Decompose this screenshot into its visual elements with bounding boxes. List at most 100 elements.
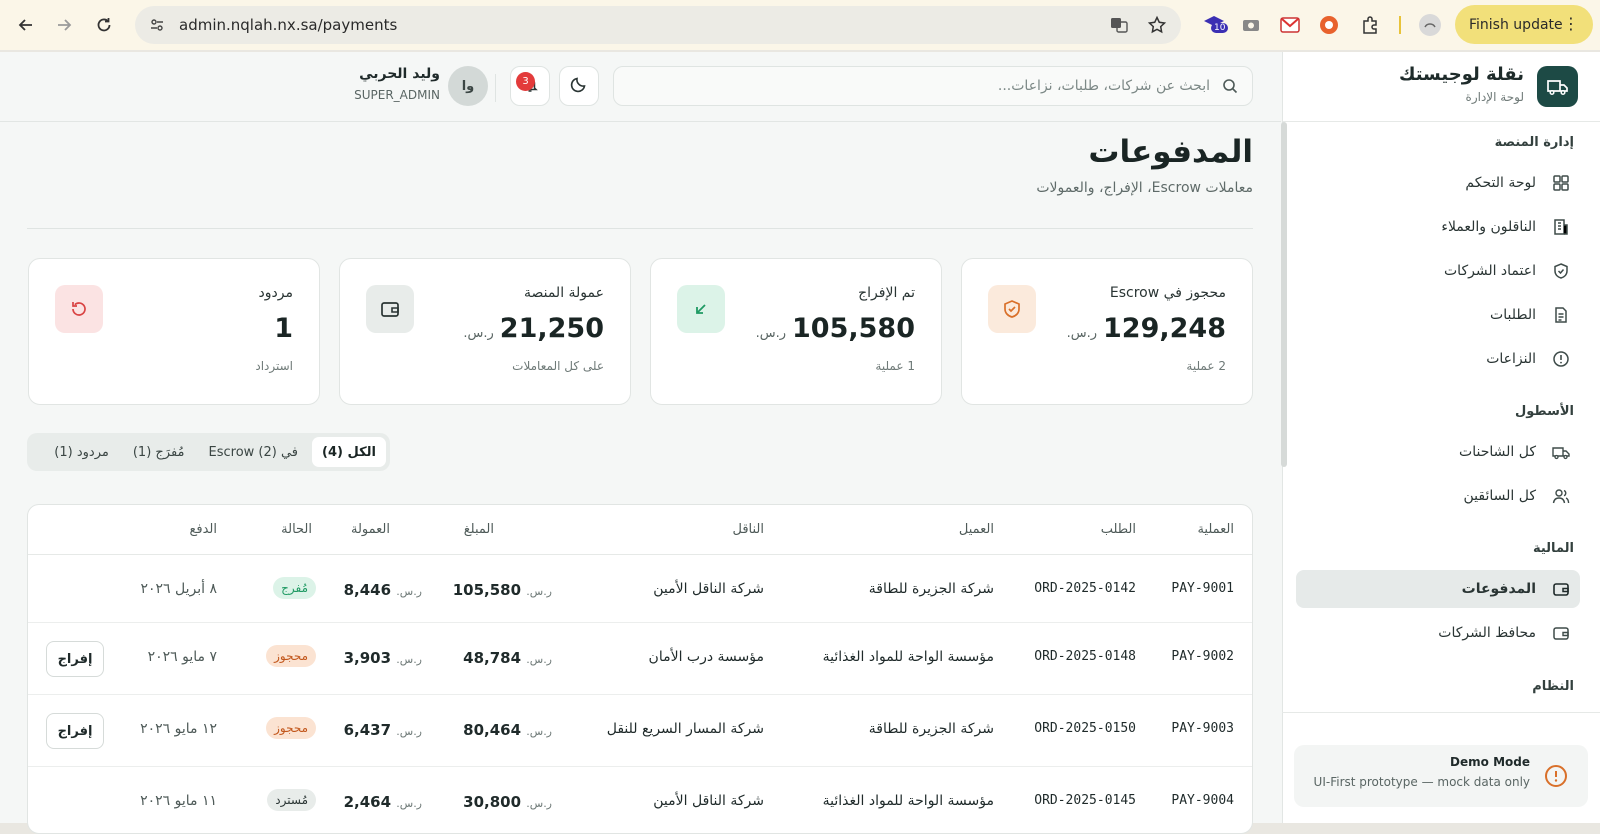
site-info-icon[interactable] (145, 13, 169, 37)
arrow-down-left-icon (677, 285, 725, 333)
moon-icon (570, 75, 588, 97)
extensions-puzzle-icon[interactable] (1357, 12, 1383, 38)
stat-value: 1 (274, 313, 293, 344)
column-header-status: الحالة (281, 522, 312, 537)
client-name: مؤسسة الواحة للمواد الغذائية (822, 793, 994, 809)
more-menu-icon[interactable]: ⋮ (1563, 14, 1579, 33)
building-icon (1550, 216, 1572, 238)
amount-value: 105,580 (452, 581, 522, 599)
main-scrollbar[interactable] (1281, 122, 1287, 467)
order-id: ORD-2025-0148 (1034, 649, 1136, 664)
back-icon[interactable] (11, 10, 41, 40)
currency-label: ر.س. (396, 725, 422, 738)
client-name: شركة الجزيرة للطاقة (868, 721, 994, 737)
currency-label: ر.س. (526, 653, 552, 666)
status-badge: مُسترد (267, 789, 316, 811)
warning-circle-icon (1544, 764, 1568, 788)
stat-card-refunded: مردود 1 استرداد (28, 258, 320, 405)
refresh-icon (55, 285, 103, 333)
sidebar-item-label: محافظ الشركات (1438, 625, 1536, 641)
carrier-name: مؤسسة درب الأمان (648, 649, 764, 665)
avatar[interactable]: وا (448, 66, 488, 106)
finish-update-label: Finish update (1469, 16, 1563, 33)
brand-name: نقلة لوجيستك (1398, 64, 1524, 85)
finish-update-button[interactable]: Finish update ⋮ (1455, 5, 1593, 44)
fee: ر.س. 6,437 (344, 721, 426, 739)
notifications-button[interactable]: 3 (510, 66, 550, 106)
fee: ر.س. 2,464 (344, 793, 426, 811)
sidebar-item-label: النزاعات (1486, 351, 1536, 367)
header-divider (495, 74, 496, 102)
status-badge: محجوز (266, 645, 316, 667)
profile-avatar-icon[interactable] (1417, 12, 1443, 38)
reload-icon[interactable] (89, 10, 119, 40)
forward-icon[interactable] (49, 10, 79, 40)
column-header-amount: المبلغ (463, 522, 494, 537)
stat-label: مردود (258, 285, 293, 301)
tab-refunded[interactable]: مردود (1) (44, 437, 119, 467)
address-bar[interactable]: admin.nqlah.nx.sa/payments (135, 6, 1181, 44)
sidebar-divider (1282, 712, 1600, 713)
table-row[interactable]: PAY-9001 ORD-2025-0142 شركة الجزيرة للطا… (28, 555, 1252, 623)
currency-label: ر.س. (526, 797, 552, 810)
bookmark-star-icon[interactable] (1147, 15, 1167, 39)
sidebar-item-all-drivers[interactable]: كل السائقين (1296, 477, 1580, 515)
shield-check-icon (1550, 260, 1572, 282)
operation-id: PAY-9001 (1171, 581, 1234, 596)
tab-released[interactable]: مُفرَج (1) (123, 437, 195, 467)
app-frame: نقلة لوجيستك لوحة الإدارة إدارة المنصة ل… (0, 52, 1600, 834)
stat-value: 129,248 ر.س. (1067, 313, 1226, 344)
fee-value: 8,446 (343, 581, 392, 599)
sidebar-item-company-approval[interactable]: اعتماد الشركات (1296, 252, 1580, 290)
column-header-order: الطلب (1100, 522, 1136, 537)
brand-header: نقلة لوجيستك لوحة الإدارة (1283, 52, 1600, 122)
translate-icon[interactable] (1109, 15, 1129, 39)
sidebar-item-payments[interactable]: المدفوعات (1296, 570, 1580, 608)
user-name: وليد الحربي (359, 66, 440, 82)
search-icon (1220, 76, 1240, 96)
currency-label: ر.س. (396, 797, 422, 810)
sidebar-item-label: الناقلون والعملاء (1441, 219, 1536, 235)
user-role: SUPER_ADMIN (354, 88, 440, 102)
release-button[interactable]: إفراج (46, 641, 104, 677)
table-row[interactable]: PAY-9003 ORD-2025-0150 شركة الجزيرة للطا… (28, 695, 1252, 767)
search-input[interactable]: ابحث عن شركات، طلبات، نزاعات... (613, 66, 1253, 106)
extension-orange-icon[interactable] (1316, 12, 1342, 38)
gmail-icon[interactable] (1277, 12, 1303, 38)
brand-subtitle: لوحة الإدارة (1465, 90, 1524, 104)
release-button[interactable]: إفراج (46, 713, 104, 749)
table-row[interactable]: PAY-9002 ORD-2025-0148 مؤسسة الواحة للمو… (28, 623, 1252, 695)
currency-label: ر.س. (526, 725, 552, 738)
sidebar-item-dashboard[interactable]: لوحة التحكم (1296, 164, 1580, 202)
sidebar-item-orders[interactable]: الطلبات (1296, 296, 1580, 334)
section-finance: المالية (1532, 541, 1574, 556)
section-system: النظام (1532, 679, 1574, 694)
sidebar-item-company-wallets[interactable]: محافظ الشركات (1296, 614, 1580, 652)
extension-badge: 10 (1211, 23, 1229, 33)
extension-graduate-icon[interactable]: 10 (1201, 12, 1229, 38)
table-row[interactable]: PAY-9004 ORD-2025-0145 مؤسسة الواحة للمو… (28, 767, 1252, 833)
sidebar-item-disputes[interactable]: النزاعات (1296, 340, 1580, 378)
camera-icon[interactable] (1238, 12, 1264, 38)
amount-value: 80,464 (463, 721, 522, 739)
tab-in-escrow[interactable]: في Escrow (2) (199, 437, 309, 467)
stat-card-platform-fee: عمولة المنصة 21,250 ر.س. على كل المعاملات (339, 258, 631, 405)
sidebar-item-all-trucks[interactable]: كل الشاحنات (1296, 433, 1580, 471)
stat-label: عمولة المنصة (523, 285, 604, 301)
status-badge: محجوز (266, 717, 316, 739)
sidebar-item-label: لوحة التحكم (1465, 175, 1536, 191)
wallet-icon (1550, 622, 1572, 644)
users-icon (1550, 485, 1572, 507)
url-text: admin.nqlah.nx.sa/payments (179, 16, 398, 34)
stat-number: 1 (274, 313, 293, 344)
operation-id: PAY-9002 (1171, 649, 1234, 664)
search-placeholder: ابحث عن شركات، طلبات، نزاعات... (997, 78, 1210, 94)
table-header: العملية الطلب العميل الناقل المبلغ العمو… (28, 505, 1252, 555)
sidebar-item-carriers-clients[interactable]: الناقلون والعملاء (1296, 208, 1580, 246)
sidebar-item-label: كل الشاحنات (1459, 444, 1536, 460)
tab-all[interactable]: الكل (4) (312, 437, 386, 467)
theme-toggle-button[interactable] (559, 66, 599, 106)
currency-label: ر.س. (463, 326, 494, 341)
stat-value: 105,580 ر.س. (756, 313, 915, 344)
stat-note: استرداد (255, 359, 293, 373)
